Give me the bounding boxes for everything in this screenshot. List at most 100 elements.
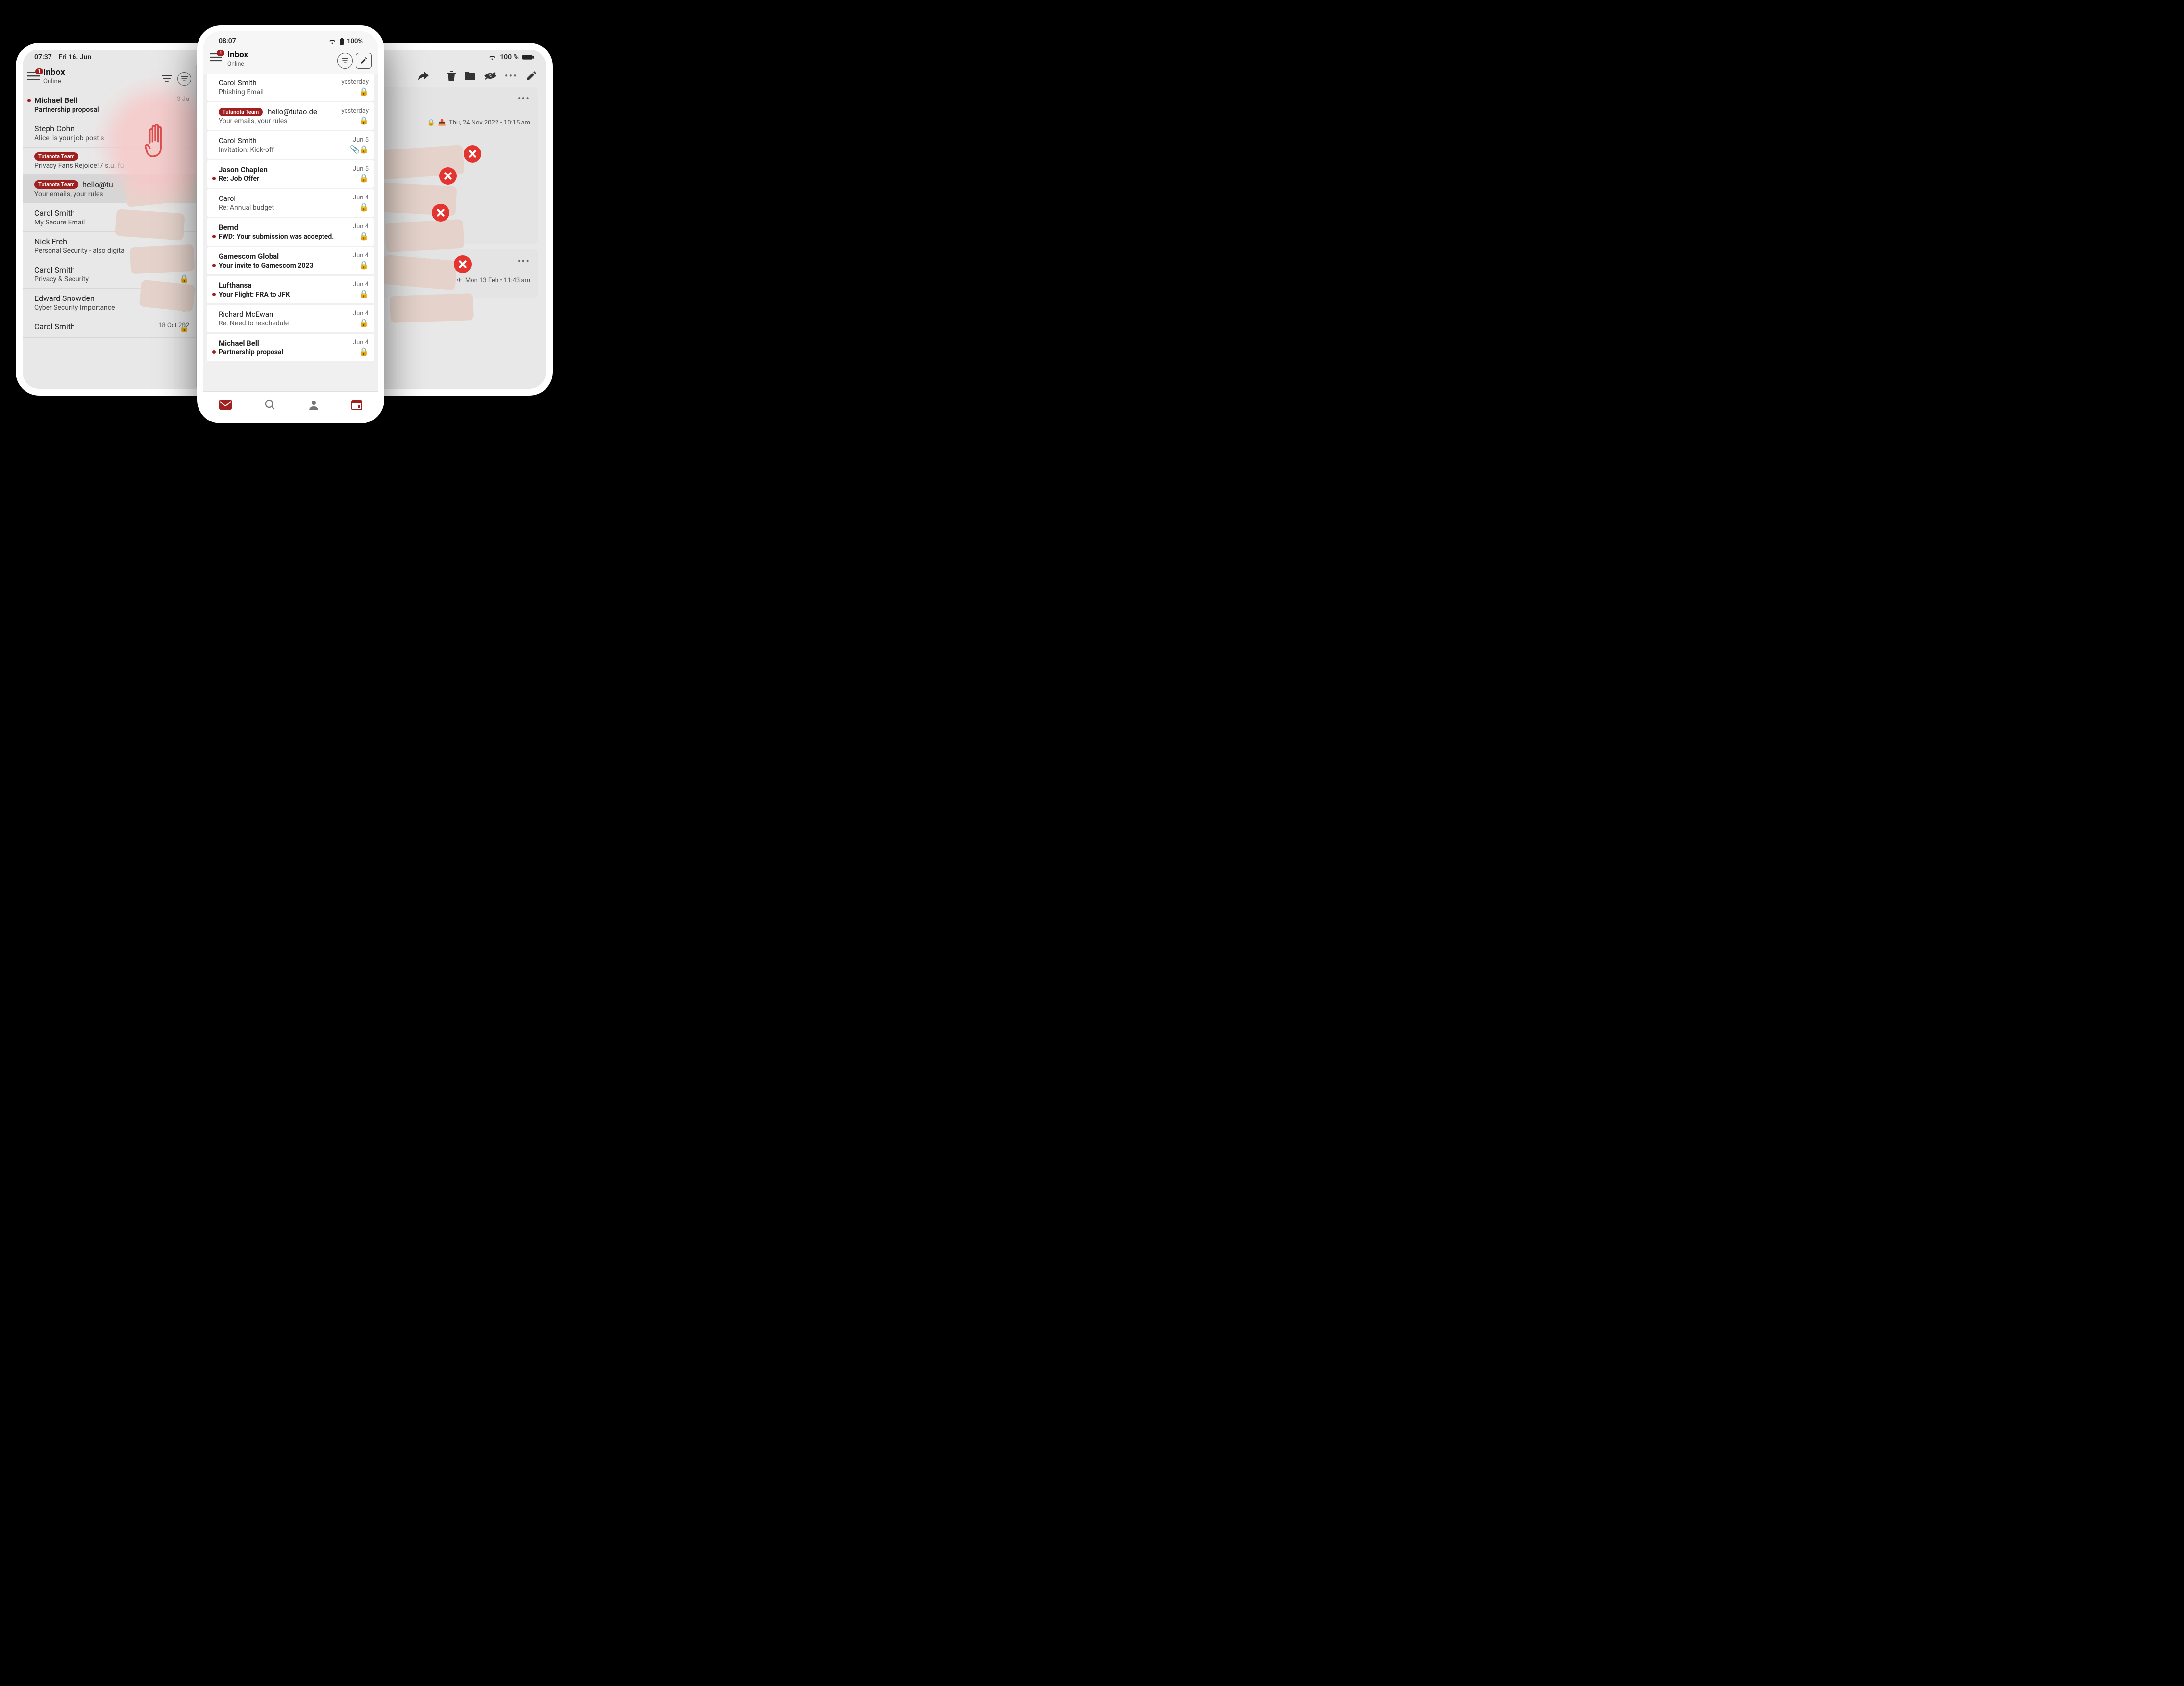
team-badge: Tutanota Team (34, 180, 78, 189)
email-row[interactable]: Jason ChaplenRe: Job Offer Jun 5🔒 (207, 160, 374, 188)
sender: Bernd (219, 223, 368, 232)
sender: Jason Chaplen (219, 165, 368, 174)
unread-dot (212, 264, 216, 267)
sender: Carol (219, 194, 368, 203)
lock-icon: 🔒 (427, 119, 435, 126)
menu-button[interactable]: 1 (27, 71, 40, 81)
filter-button[interactable] (160, 72, 174, 86)
subject: Your emails, your rules (219, 117, 368, 125)
email-row[interactable]: Nick FrehPersonal Security - also digita (23, 232, 196, 260)
email-row[interactable]: Carol SmithPrivacy & Security🔒 (23, 260, 196, 289)
subject: FWD: Your submission was accepted. (219, 233, 368, 241)
subject: Cyber Security Importance (34, 304, 189, 312)
phone-statusbar: 08:07 100% (203, 31, 378, 48)
forward-icon[interactable] (418, 72, 429, 80)
date: Jun 4 (353, 339, 369, 346)
sender-extra: hello@tu (82, 180, 113, 189)
online-status: Online (43, 78, 65, 85)
sort-button[interactable] (337, 53, 353, 69)
lock-icon: 🔒 (359, 145, 369, 154)
trash-icon[interactable] (447, 71, 456, 81)
nav-contacts[interactable] (308, 399, 319, 410)
subject: Privacy & Security (34, 275, 189, 283)
email-row[interactable]: Carol SmithInvitation: Kick-off Jun 5📎🔒 (207, 131, 374, 159)
tablet-date: Fri 16. Jun (59, 53, 92, 61)
inbox-title: Inbox (227, 50, 248, 60)
email-row[interactable]: Carol SmithMy Secure Email (23, 203, 196, 232)
unread-dot (212, 350, 216, 354)
more-button[interactable]: ••• (505, 70, 518, 82)
online-status: Online (227, 60, 248, 67)
subject: Personal Security - also digita (34, 247, 189, 255)
lock-icon: 🔒 (179, 274, 189, 283)
lock-icon: 🔒 (359, 318, 369, 327)
lock-icon: 🔒 (359, 289, 369, 298)
hide-icon[interactable] (484, 72, 496, 80)
tablet-time: 07:37 (34, 53, 52, 61)
date: Jun 5 (353, 165, 369, 173)
lock-icon: 🔒 (359, 347, 369, 356)
email-row[interactable]: BerndFWD: Your submission was accepted. J… (207, 218, 374, 246)
email-row[interactable]: Gamescom GlobalYour invite to Gamescom 2… (207, 247, 374, 274)
phone-status-right: 100% (328, 38, 363, 45)
unread-dot (212, 293, 216, 296)
inbox-title: Inbox (43, 67, 65, 77)
menu-button[interactable]: 1 (210, 53, 222, 62)
email-row[interactable]: Tutanota Teamhello@tutao.deYour emails, … (207, 102, 374, 130)
date: Jun 4 (353, 281, 369, 288)
compose-button[interactable] (356, 53, 372, 69)
lock-icon: 🔒 (446, 277, 454, 284)
wifi-icon (328, 38, 336, 44)
message-more-button[interactable]: ••• (518, 93, 530, 104)
sender: Richard McEwan (219, 310, 368, 319)
compose-icon[interactable] (526, 71, 536, 81)
lock-icon: 🔒 (359, 87, 369, 96)
lock-icon: 🔒 (179, 302, 189, 312)
tablet-inbox-header: 1 Inbox Online (23, 65, 196, 91)
sort-button[interactable] (177, 72, 191, 86)
email-row[interactable]: LufthansaYour Flight: FRA to JFKJun 4🔒 (207, 276, 374, 303)
nav-calendar[interactable] (351, 399, 362, 410)
email-row[interactable]: Carol Smith18 Oct 202🔒 (23, 317, 196, 338)
email-row[interactable]: Richard McEwanRe: Need to rescheduleJun … (207, 305, 374, 332)
lock-icon: 🔒 (359, 174, 369, 183)
nav-search[interactable] (264, 399, 276, 411)
subject: Re: Job Offer (219, 175, 368, 183)
date: Jun 4 (353, 194, 369, 201)
stop-hand-illustration (121, 103, 199, 182)
sent-icon: ✈ (457, 277, 462, 284)
subject: My Secure Email (34, 219, 189, 226)
date: Jun 4 (353, 223, 369, 230)
unread-dot (212, 235, 216, 238)
sender: Carol Smith (34, 208, 189, 218)
date: yesterday (341, 78, 369, 86)
tablet-status-right: 100 % (488, 53, 534, 61)
subject: Re: Annual budget (219, 204, 368, 212)
subject: Your Flight: FRA to JFK (219, 291, 368, 298)
sender: Gamescom Global (219, 252, 368, 261)
folder-icon[interactable] (465, 72, 475, 80)
date: Jun 4 (353, 310, 369, 317)
bottom-nav (203, 391, 378, 418)
email-row[interactable]: CarolRe: Annual budgetJun 4🔒 (207, 189, 374, 217)
subject: Invitation: Kick-off (219, 146, 368, 154)
unread-dot (27, 99, 31, 102)
phone-email-list[interactable]: Carol SmithPhishing Emailyesterday🔒Tutan… (203, 74, 378, 391)
battery-icon (339, 38, 344, 45)
message-more-button[interactable]: ••• (518, 255, 530, 267)
subject: Phishing Email (219, 88, 368, 96)
nav-mail[interactable] (219, 400, 232, 410)
date: Jun 5 (353, 136, 369, 144)
inbox-icon: 📥 (438, 119, 446, 126)
email-row[interactable]: Michael BellPartnership proposalJun 4🔒 (207, 334, 374, 361)
battery-percent: 100 % (500, 53, 519, 61)
attachment-icon: 📎 (350, 145, 360, 154)
email-row[interactable]: Edward SnowdenCyber Security Importance1… (23, 289, 196, 317)
lock-icon: 🔒 (359, 260, 369, 270)
battery-percent: 100% (347, 38, 363, 45)
unread-badge: 1 (35, 68, 43, 74)
sender: Carol Smith (219, 136, 368, 145)
phone-inbox-header: 1 Inbox Online (203, 48, 378, 74)
subject: Your emails, your rules (34, 190, 189, 198)
email-row[interactable]: Carol SmithPhishing Emailyesterday🔒 (207, 74, 374, 101)
